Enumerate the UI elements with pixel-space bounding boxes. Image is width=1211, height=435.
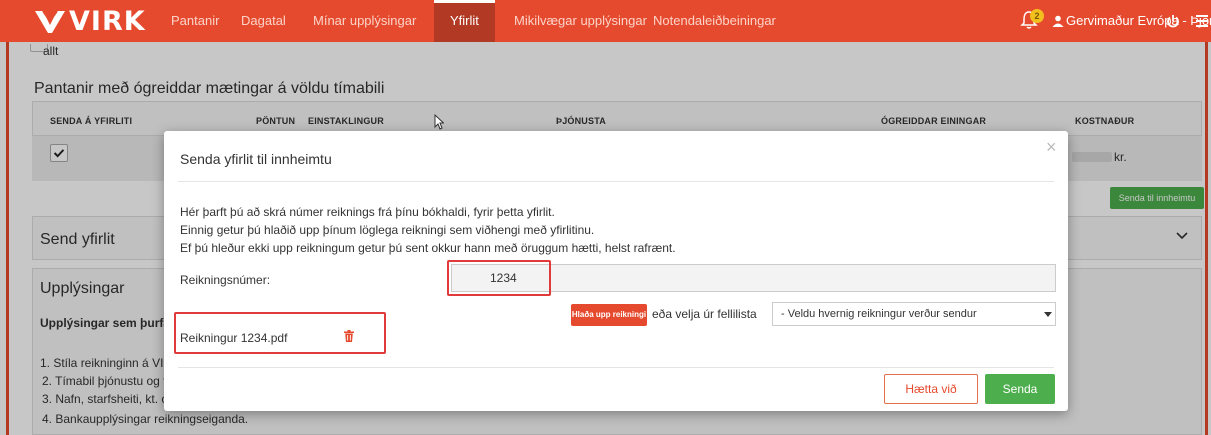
power-icon[interactable]	[1166, 14, 1180, 28]
caret-down-icon[interactable]	[1044, 312, 1052, 317]
mouse-cursor-icon	[434, 114, 444, 130]
nav-item-dagatal[interactable]: Dagatal	[241, 0, 286, 42]
notification-badge: 2	[1030, 9, 1044, 23]
delivery-method-selected: - Veldu hvernig reikningur verður sendur	[781, 308, 977, 320]
invoice-number-label: Reikningsnúmer:	[180, 273, 271, 287]
cancel-button[interactable]: Hætta við	[884, 374, 978, 404]
menu-icon[interactable]	[1196, 14, 1208, 28]
uploaded-file-name: Reikningur 1234.pdf	[180, 331, 288, 345]
upload-invoice-button[interactable]: Hlaða upp reikningi	[571, 304, 647, 326]
user-icon	[1052, 15, 1064, 27]
nav-item-pantanir[interactable]: Pantanir	[171, 0, 219, 42]
virk-logo-mark-icon	[35, 10, 65, 33]
close-icon[interactable]: ×	[1046, 137, 1057, 158]
send-button[interactable]: Senda	[985, 374, 1055, 404]
virk-logo[interactable]: VIRK	[33, 5, 146, 37]
nav-item-notendaleidbeiningar[interactable]: Notendaleiðbeiningar	[653, 0, 776, 42]
delivery-method-select[interactable]: - Veldu hvernig reikningur verður sendur	[772, 302, 1056, 326]
modal-footer-divider	[178, 367, 1054, 368]
nav-item-yfirlit[interactable]: Yfirlit	[434, 0, 495, 42]
nav-item-mikilvaegar-upplysingar[interactable]: Mikilvægar upplýsingar	[514, 0, 647, 42]
modal-instruction: Ef þú hleður ekki upp reikningum getur þ…	[180, 241, 676, 255]
or-select-text: eða velja úr fellilista	[652, 307, 757, 321]
brand-name: VIRK	[69, 5, 146, 37]
top-navbar: VIRK Pantanir Dagatal Mínar upplýsingar …	[0, 0, 1211, 42]
modal-title: Senda yfirlit til innheimtu	[180, 151, 332, 167]
nav-item-minar-upplysingar[interactable]: Mínar upplýsingar	[313, 0, 416, 42]
trash-icon[interactable]	[344, 330, 354, 342]
invoice-number-input[interactable]	[451, 264, 1056, 292]
modal-instruction: Hér þarft þú að skrá númer reiknings frá…	[180, 205, 555, 219]
modal-instruction: Einnig getur þú hlaðið upp þínum löglega…	[180, 223, 595, 237]
modal-divider	[178, 181, 1054, 182]
user-menu[interactable]: Gervimaður Evrópa - Þjónustuaðili	[1066, 0, 1211, 42]
